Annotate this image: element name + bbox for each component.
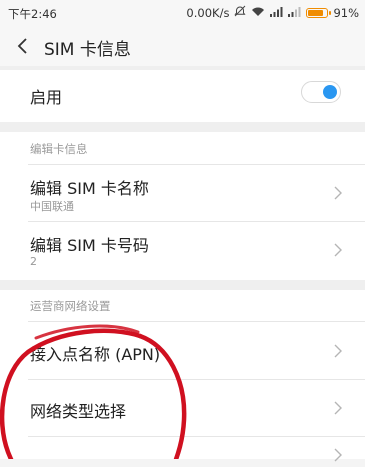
toggle-knob: [323, 85, 337, 99]
apn-row[interactable]: 接入点名称 (APN): [0, 322, 365, 379]
enable-label: 启用: [30, 88, 63, 107]
edit-sim-number-title: 编辑 SIM 卡号码: [30, 236, 149, 255]
section-header-edit: 编辑卡信息: [30, 142, 88, 156]
chevron-right-icon: [333, 343, 343, 359]
edit-sim-name-row[interactable]: 编辑 SIM 卡名称 中国联通: [0, 165, 365, 220]
battery-icon: [306, 7, 332, 18]
section-header-carrier: 运营商网络设置: [30, 299, 111, 313]
edit-sim-number-row[interactable]: 编辑 SIM 卡号码 2: [0, 222, 365, 279]
chevron-right-icon: [333, 400, 343, 416]
edit-card-section: 编辑卡信息 编辑 SIM 卡名称 中国联通 编辑 SIM 卡号码 2: [0, 132, 365, 280]
status-icons: 0.00K/s 91%: [186, 5, 359, 20]
page-title: SIM 卡信息: [44, 40, 131, 60]
signal-2-icon: [288, 6, 301, 20]
back-arrow-icon[interactable]: [14, 36, 34, 56]
chevron-right-icon: [333, 185, 343, 201]
apn-title: 接入点名称 (APN): [30, 345, 161, 364]
divider-band: [0, 122, 365, 132]
wifi-icon: [251, 6, 265, 20]
divider-band: [0, 280, 365, 290]
edit-sim-name-title: 编辑 SIM 卡名称: [30, 179, 149, 198]
network-type-row[interactable]: 网络类型选择: [0, 380, 365, 436]
status-time: 下午2:46: [8, 7, 57, 21]
status-bar: 下午2:46 0.00K/s 91%: [0, 0, 365, 26]
network-speed: 0.00K/s: [186, 5, 230, 20]
battery-percent: 91%: [333, 5, 359, 20]
alarm-off-icon: [234, 5, 247, 20]
edit-sim-number-value: 2: [30, 255, 37, 268]
chevron-right-icon: [333, 242, 343, 258]
carrier-settings-section: 运营商网络设置 接入点名称 (APN) 网络类型选择: [0, 290, 365, 462]
chevron-right-icon: [333, 447, 343, 463]
enable-toggle[interactable]: [301, 81, 341, 103]
title-bar: SIM 卡信息: [0, 26, 365, 66]
network-type-title: 网络类型选择: [30, 402, 127, 421]
next-row-partial[interactable]: [0, 437, 365, 462]
edit-sim-name-value: 中国联通: [30, 200, 74, 213]
signal-1-icon: [270, 6, 283, 20]
